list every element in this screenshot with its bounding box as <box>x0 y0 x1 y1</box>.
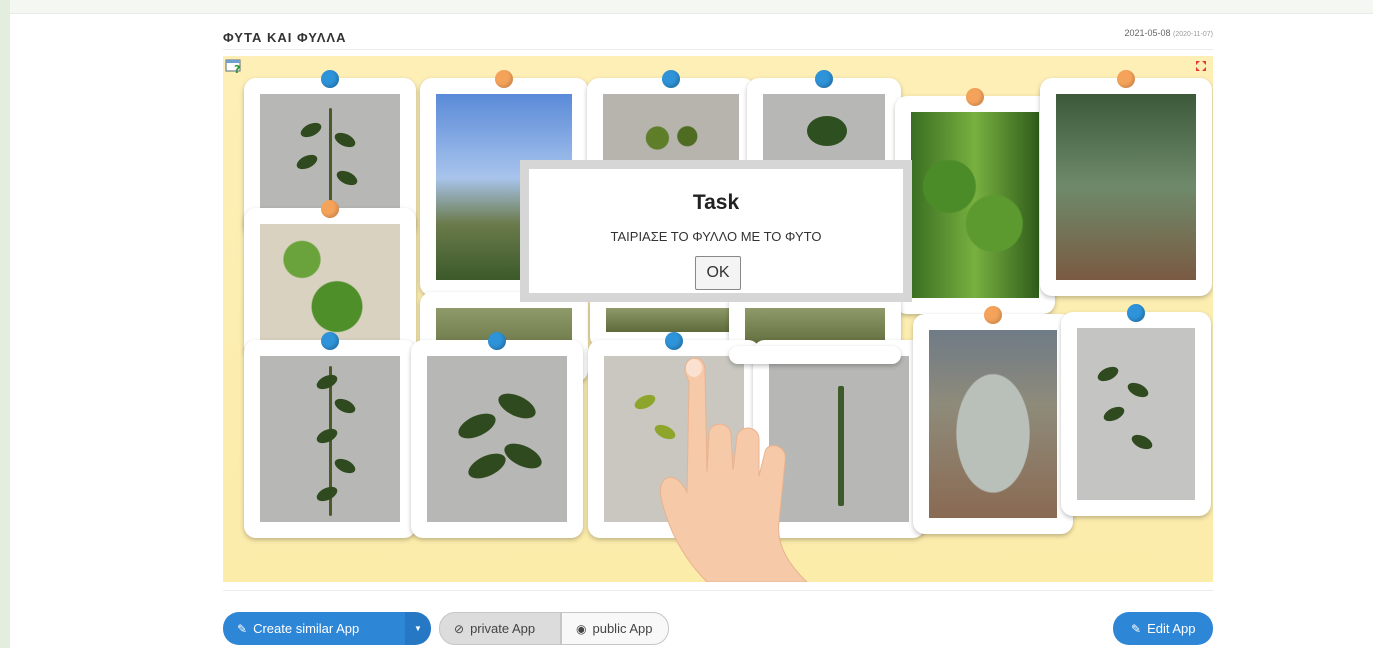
private-label: private App <box>470 621 536 636</box>
pinboard: ? <box>223 56 1213 582</box>
edit-app-button[interactable]: ✎ Edit App <box>1113 612 1213 645</box>
card-plant-lavender[interactable] <box>913 306 1073 534</box>
pin-blue <box>662 70 680 88</box>
leaf-photo <box>1077 328 1195 500</box>
leaf-photo <box>427 356 567 522</box>
card-leaf-ivy[interactable] <box>1061 304 1211 516</box>
plant-photo <box>929 330 1057 518</box>
fullscreen-icon[interactable] <box>1195 60 1207 72</box>
card-plant-ivy[interactable] <box>895 88 1055 314</box>
app-date-main: 2021-05-08 <box>1124 28 1171 38</box>
dialog-title: Task <box>692 191 740 214</box>
create-label: Create similar App <box>253 621 360 636</box>
pin-orange <box>966 88 984 106</box>
app-date: 2021-05-08 (2020-11-07) <box>1124 28 1213 38</box>
plant-photo <box>1056 94 1196 280</box>
app-date-sub: (2020-11-07) <box>1173 31 1213 38</box>
help-icon[interactable]: ? <box>225 58 243 74</box>
eye-slash-icon: ⊘ <box>454 621 465 636</box>
create-dropdown-toggle[interactable]: ▼ <box>405 612 431 645</box>
edit-square-icon: ✎ <box>237 621 248 636</box>
svg-text:?: ? <box>234 63 240 74</box>
pencil-icon: ✎ <box>1131 621 1142 636</box>
pin-orange <box>1117 70 1135 88</box>
edit-label: Edit App <box>1147 621 1196 636</box>
app-title: ΦΥΤΑ ΚΑΙ ΦΥΛΛΑ <box>223 30 347 45</box>
ok-button[interactable]: OK <box>695 256 741 290</box>
create-similar-app-button[interactable]: ✎ Create similar App <box>223 612 405 645</box>
page: ΦΥΤΑ ΚΑΙ ΦΥΛΛΑ 2021-05-08 (2020-11-07) ? <box>10 0 1373 648</box>
card-leaf-olive[interactable] <box>411 332 583 538</box>
pin-orange <box>321 200 339 218</box>
card-plant-holly[interactable] <box>1040 70 1212 296</box>
pin-blue <box>1127 304 1145 322</box>
task-dialog: Task ΤΑΙΡΙΑΣΕ ΤΟ ΦΥΛΛΟ ΜΕ ΤΟ ΦΥΤΟ OK <box>520 160 912 302</box>
plant-photo <box>606 308 734 332</box>
pin-blue <box>321 70 339 88</box>
pin-orange <box>984 306 1002 324</box>
pin-blue <box>815 70 833 88</box>
divider <box>223 590 1213 591</box>
pin-blue <box>321 332 339 350</box>
pin-blue <box>488 332 506 350</box>
pin-blue <box>665 332 683 350</box>
app-header: ΦΥΤΑ ΚΑΙ ΦΥΛΛΑ 2021-05-08 (2020-11-07) <box>223 20 1213 50</box>
public-app-button[interactable]: ◉ public App <box>561 612 669 645</box>
top-strip <box>10 0 1373 14</box>
leaf-photo <box>260 356 400 522</box>
plant-photo <box>911 112 1039 298</box>
pointing-hand-icon <box>660 357 808 582</box>
pin-orange <box>495 70 513 88</box>
eye-icon: ◉ <box>576 621 587 636</box>
caret-down-icon: ▼ <box>414 624 422 633</box>
private-app-button[interactable]: ⊘ private App <box>439 612 561 645</box>
public-label: public App <box>592 621 653 636</box>
card-leaf-stem[interactable] <box>244 332 416 538</box>
dialog-message: ΤΑΙΡΙΑΣΕ ΤΟ ΦΥΛΛΟ ΜΕ ΤΟ ΦΥΤΟ <box>610 229 822 244</box>
plant-photo <box>260 224 400 342</box>
